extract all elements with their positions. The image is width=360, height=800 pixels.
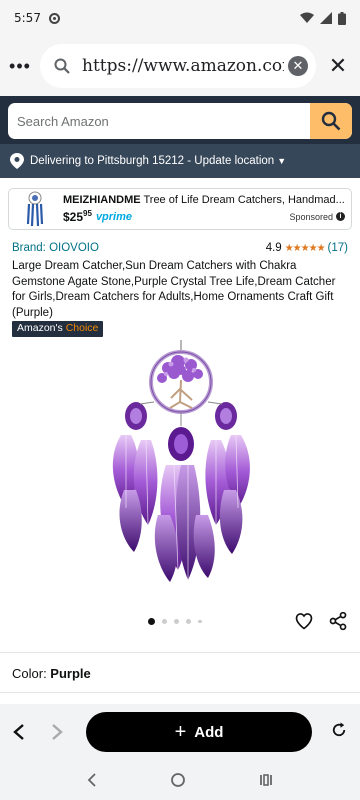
close-tab-button[interactable]: ✕ [316,53,360,79]
signal-icon [320,12,332,24]
more-dots-icon[interactable]: ••• [0,56,40,77]
plus-icon: + [174,720,187,743]
carousel-dot[interactable] [174,619,179,624]
status-time: 5:57 [14,11,41,25]
wifi-icon [300,12,314,23]
brand-link[interactable]: Brand: OIOVOIO [12,242,99,254]
carousel-dot[interactable] [162,619,167,624]
reload-button[interactable] [330,721,348,744]
carousel-dot[interactable] [198,619,202,624]
url-bar[interactable]: https://www.amazon.com/ ✕ [40,44,316,88]
ad-thumbnail [17,191,53,227]
sponsored-label[interactable]: Sponsored i [289,212,345,222]
amazons-choice-badge: Amazon's Choice [12,321,104,337]
location-pin-icon [10,153,24,169]
back-button[interactable] [0,723,38,741]
clear-icon[interactable]: ✕ [288,56,308,76]
heart-icon[interactable] [294,611,314,631]
search-icon [50,58,74,74]
amazon-header: Search Amazon [0,96,360,144]
prime-badge: vprime [95,210,133,223]
system-navigation-bar [0,760,360,800]
chevron-left-icon [13,724,24,740]
ad-brand: MEIZHIANDME [63,194,141,206]
status-bar: 5:57 [0,0,360,36]
ad-price-dollars: $25 [63,210,84,224]
divider [0,692,360,693]
browser-toolbar: ••• https://www.amazon.com/ ✕ ✕ [0,36,360,96]
product-image[interactable] [96,340,266,590]
ad-price-cents: 95 [83,209,92,218]
star-rating-icon: ★★★★★ [284,242,326,254]
delivery-text: Delivering to Pittsburgh 15212 - Update … [30,155,275,167]
refresh-icon [332,722,346,736]
add-label: Add [194,723,224,741]
info-icon: i [336,212,345,221]
divider [0,652,360,653]
carousel-dot[interactable] [186,619,191,624]
product-title: Large Dream Catcher,Sun Dream Catchers w… [12,260,336,319]
color-label: Color: [12,666,51,681]
color-value: Purple [50,666,91,681]
browser-bottom-bar: + Add [0,704,360,760]
ad-title-text: Tree of Life Dream Catchers, Handmad... [140,194,345,206]
rating-value: 4.9 [265,242,282,254]
amazon-search-input[interactable]: Search Amazon [8,103,310,139]
color-selector[interactable]: Color: Purple [12,666,91,681]
nav-home-icon[interactable] [170,772,186,788]
add-button[interactable]: + Add [86,712,312,752]
delivery-location-bar[interactable]: Delivering to Pittsburgh 15212 - Update … [0,144,360,178]
forward-button[interactable] [38,723,76,741]
sponsored-text: Sponsored [289,211,333,222]
badge-prefix: Amazon's [17,322,63,334]
ad-title: MEIZHIANDME Tree of Life Dream Catchers,… [63,194,345,206]
rating-summary[interactable]: 4.9 ★★★★★ (17) [266,242,348,254]
amazon-search-box[interactable]: Search Amazon [8,103,352,139]
sponsored-ad-card[interactable]: MEIZHIANDME Tree of Life Dream Catchers,… [8,188,352,230]
amazon-search-button[interactable] [310,103,352,139]
search-icon [321,111,341,131]
image-carousel-dots [148,618,202,625]
ad-price: $2595 [63,209,92,224]
nav-back-icon[interactable] [86,772,98,788]
notification-icon [48,12,60,24]
chevron-down-icon: ▼ [277,156,287,166]
chevron-right-icon [52,724,63,740]
status-icons [300,11,346,25]
share-icon[interactable] [328,611,348,631]
battery-icon [338,11,346,25]
nav-recents-icon[interactable] [258,772,274,788]
url-text[interactable]: https://www.amazon.com/ [82,56,284,76]
review-count: (17) [327,242,348,254]
badge-suffix: Choice [62,322,99,334]
carousel-dot[interactable] [148,618,155,625]
